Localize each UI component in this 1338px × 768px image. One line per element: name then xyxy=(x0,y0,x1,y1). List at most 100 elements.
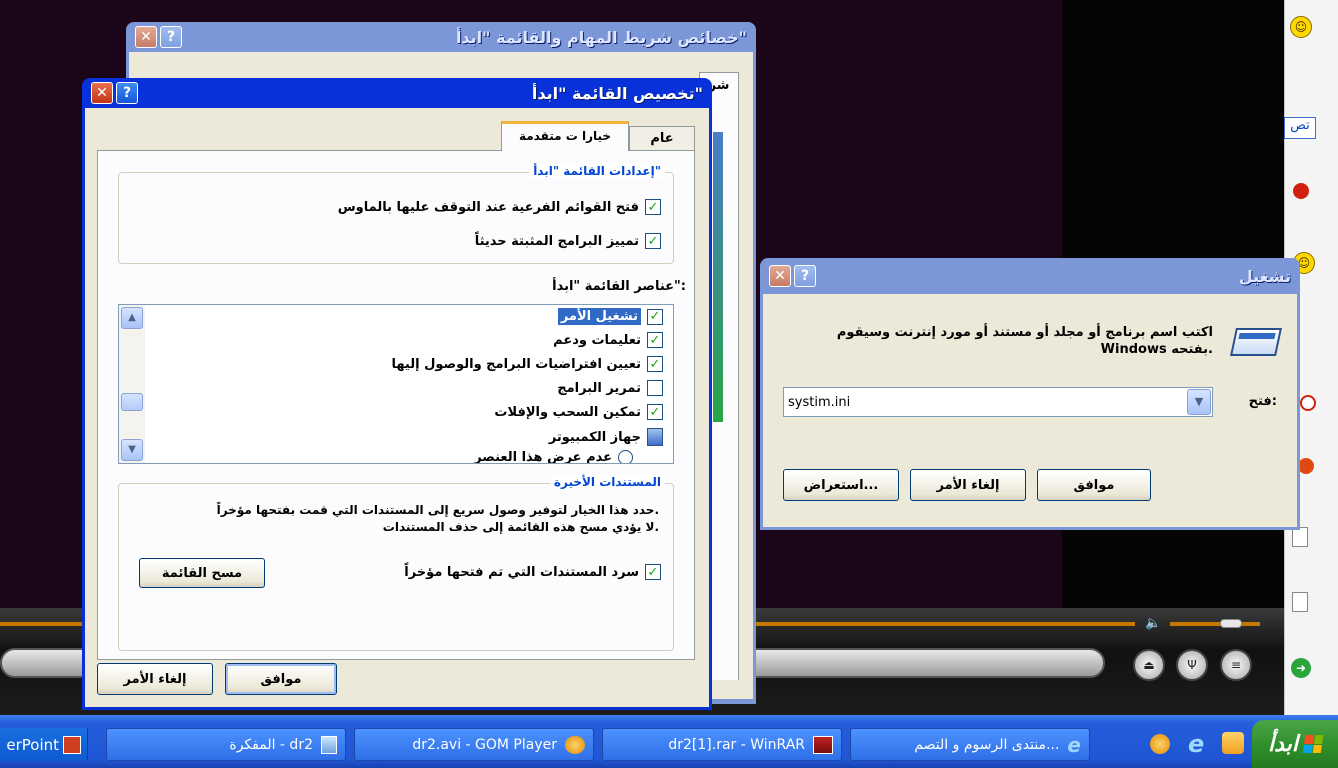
start-button[interactable]: ابدأ xyxy=(1252,720,1338,768)
help-icon[interactable]: ? xyxy=(116,82,138,104)
smiley-icon[interactable]: ☺ xyxy=(1290,16,1312,38)
list-item[interactable]: ✓ تعيين افتراضيات البرامج والوصول إليها xyxy=(391,356,663,372)
ok-button[interactable]: موافق xyxy=(225,663,337,695)
checkbox[interactable]: ✓ xyxy=(645,233,661,249)
document-icon[interactable] xyxy=(1292,592,1308,612)
menu-icon[interactable]: ≡ xyxy=(1220,649,1252,681)
volume-icon[interactable]: 🔈 xyxy=(1145,616,1161,631)
checkbox[interactable]: ✓ xyxy=(647,332,663,348)
recent-description: حدد هذا الخيار لتوفير وصول سريع إلى المس… xyxy=(129,502,659,536)
close-icon[interactable]: ✕ xyxy=(91,82,113,104)
close-icon[interactable]: ✕ xyxy=(135,26,157,48)
list-item[interactable]: ✓ تشغيل الأمر xyxy=(557,308,663,325)
rose-icon[interactable] xyxy=(1293,183,1309,199)
winrar-icon xyxy=(813,735,833,754)
stop-icon[interactable] xyxy=(1300,395,1316,411)
checkbox[interactable] xyxy=(647,380,663,396)
checkbox[interactable]: ✓ xyxy=(647,356,663,372)
window-title: خصائص شريط المهام والقائمة "ابدأ" xyxy=(455,27,747,47)
close-icon[interactable]: ✕ xyxy=(769,265,791,287)
chevron-down-icon[interactable]: ▼ xyxy=(1187,389,1211,415)
list-item[interactable]: ✓ تعليمات ودعم xyxy=(553,332,663,348)
list-item[interactable]: جهاز الكمبيوتر xyxy=(549,428,663,446)
windows-logo-icon xyxy=(1302,735,1324,753)
tab-advanced[interactable]: خيارا ت متقدمة xyxy=(501,121,629,151)
scroll-up-icon[interactable]: ▲ xyxy=(121,307,143,329)
group-label: إعدادات القائمة "ابدأ" xyxy=(529,164,665,178)
taskbar-item-winrar[interactable]: dr2[1].rar - WinRAR xyxy=(602,728,842,761)
start-menu-settings-group: إعدادات القائمة "ابدأ" ✓ فتح القوائم الف… xyxy=(118,164,674,264)
option-row[interactable]: ✓ تمييز البرامج المثبتة حديثاً xyxy=(475,233,661,249)
open-label: فتح: xyxy=(1248,394,1277,409)
checkbox[interactable]: ✓ xyxy=(647,308,663,325)
checkbox[interactable]: ✓ xyxy=(645,564,661,580)
help-icon[interactable]: ? xyxy=(794,265,816,287)
start-menu-items-list[interactable]: ▲ ▼ ✓ تشغيل الأمر ✓ تعليمات ودعم ✓ تعيين… xyxy=(118,304,674,464)
taskbar-item-label: erPoint xyxy=(6,735,59,754)
option-row[interactable]: ✓ فتح القوائم الفرعية عند التوقف عليها ب… xyxy=(338,199,661,215)
taskbar-item-notepad[interactable]: المفكرة - dr2 xyxy=(106,728,346,761)
item-label: تعيين افتراضيات البرامج والوصول إليها xyxy=(391,356,641,372)
run-description: اكتب اسم برنامج أو مجلد أو مستند أو مورد… xyxy=(836,325,1213,357)
notepad-icon xyxy=(321,735,337,754)
help-icon[interactable]: ? xyxy=(160,26,182,48)
run-dialog: تشغيل ? ✕ اكتب اسم برنامج أو مجلد أو مست… xyxy=(760,258,1300,530)
tab-general[interactable]: عام xyxy=(629,126,695,151)
list-recent-option[interactable]: ✓ سرد المستندات التي تم فتحها مؤخراً xyxy=(404,564,661,580)
option-label: فتح القوائم الفرعية عند التوقف عليها بال… xyxy=(337,199,639,215)
option-label: تمييز البرامج المثبتة حديثاً xyxy=(474,233,639,249)
start-label: ابدأ xyxy=(1268,731,1298,757)
description-line: حدد هذا الخيار لتوفير وصول سريع إلى المس… xyxy=(216,503,659,517)
item-label: جهاز الكمبيوتر xyxy=(548,429,641,445)
ie-icon: e xyxy=(1067,732,1081,757)
cancel-button[interactable]: إلغاء الأمر xyxy=(910,469,1026,501)
dialog-title: تخصيص القائمة "ابدأ" xyxy=(531,83,703,103)
open-input[interactable] xyxy=(788,392,1178,412)
group-label: المستندات الأخيرة xyxy=(549,475,665,489)
document-icon[interactable] xyxy=(1292,527,1308,547)
item-label: تمكين السحب والإفلات xyxy=(494,404,641,420)
volume-knob[interactable] xyxy=(1220,619,1242,628)
preview-strip xyxy=(713,132,723,422)
item-label: تمرير البرامج xyxy=(557,380,641,396)
ok-button[interactable]: موافق xyxy=(1037,469,1151,501)
recent-documents-group: المستندات الأخيرة حدد هذا الخيار لتوفير … xyxy=(118,475,674,651)
taskbar-item-label: المفكرة - dr2 xyxy=(229,736,313,753)
cancel-button[interactable]: إلغاء الأمر xyxy=(97,663,213,695)
quicklaunch-icon[interactable] xyxy=(1222,732,1244,754)
volume-slider[interactable] xyxy=(1170,622,1260,626)
list-item[interactable]: تمرير البرامج xyxy=(557,380,663,396)
radio-button[interactable] xyxy=(618,450,633,463)
scroll-thumb[interactable] xyxy=(121,393,143,411)
description-line: لا يؤدي مسح هذه القائمة إلى حذف المستندا… xyxy=(382,520,659,534)
taskbar-item-browser[interactable]: e منتدى الرسوم و التصم... xyxy=(850,728,1090,761)
arrow-icon[interactable]: ➜ xyxy=(1291,658,1311,678)
item-label: عدم عرض هذا العنصر xyxy=(474,450,612,464)
playlist-icon[interactable]: Ψ xyxy=(1176,649,1208,681)
ie-quicklaunch-icon[interactable]: e xyxy=(1188,730,1204,758)
flag-icon[interactable] xyxy=(1298,458,1314,474)
checkbox[interactable]: ✓ xyxy=(647,404,663,420)
option-label: سرد المستندات التي تم فتحها مؤخراً xyxy=(404,564,639,580)
taskbar-item-powerpoint[interactable]: erPoint xyxy=(0,728,88,761)
customize-start-menu-dialog: تخصيص القائمة "ابدأ" ? ✕ خيارا ت متقدمة … xyxy=(82,78,712,710)
computer-icon xyxy=(647,428,663,446)
item-label: تشغيل الأمر xyxy=(557,308,641,325)
taskbar-item-gom-player[interactable]: dr2.avi - GOM Player xyxy=(354,728,594,761)
list-item[interactable]: عدم عرض هذا العنصر xyxy=(474,450,633,464)
taskbar-item-label: منتدى الرسوم و التصم... xyxy=(914,736,1060,753)
taskbar-item-label: dr2.avi - GOM Player xyxy=(412,736,557,753)
gom-quicklaunch-icon[interactable] xyxy=(1150,734,1170,754)
items-label: عناصر القائمة "ابدأ": xyxy=(552,279,686,294)
browse-button[interactable]: استعراض... xyxy=(783,469,899,501)
checkbox[interactable]: ✓ xyxy=(645,199,661,215)
dialog-title: تشغيل xyxy=(1238,266,1291,286)
eject-icon[interactable]: ⏏ xyxy=(1133,649,1165,681)
list-item[interactable]: ✓ تمكين السحب والإفلات xyxy=(494,404,663,420)
clear-list-button[interactable]: مسح القائمة xyxy=(139,558,265,588)
side-link[interactable]: تص xyxy=(1284,117,1316,139)
gom-player-icon xyxy=(565,735,585,754)
open-combobox[interactable]: ▼ xyxy=(783,387,1213,417)
tab-panel: إعدادات القائمة "ابدأ" ✓ فتح القوائم الف… xyxy=(97,150,695,660)
scroll-down-icon[interactable]: ▼ xyxy=(121,439,143,461)
